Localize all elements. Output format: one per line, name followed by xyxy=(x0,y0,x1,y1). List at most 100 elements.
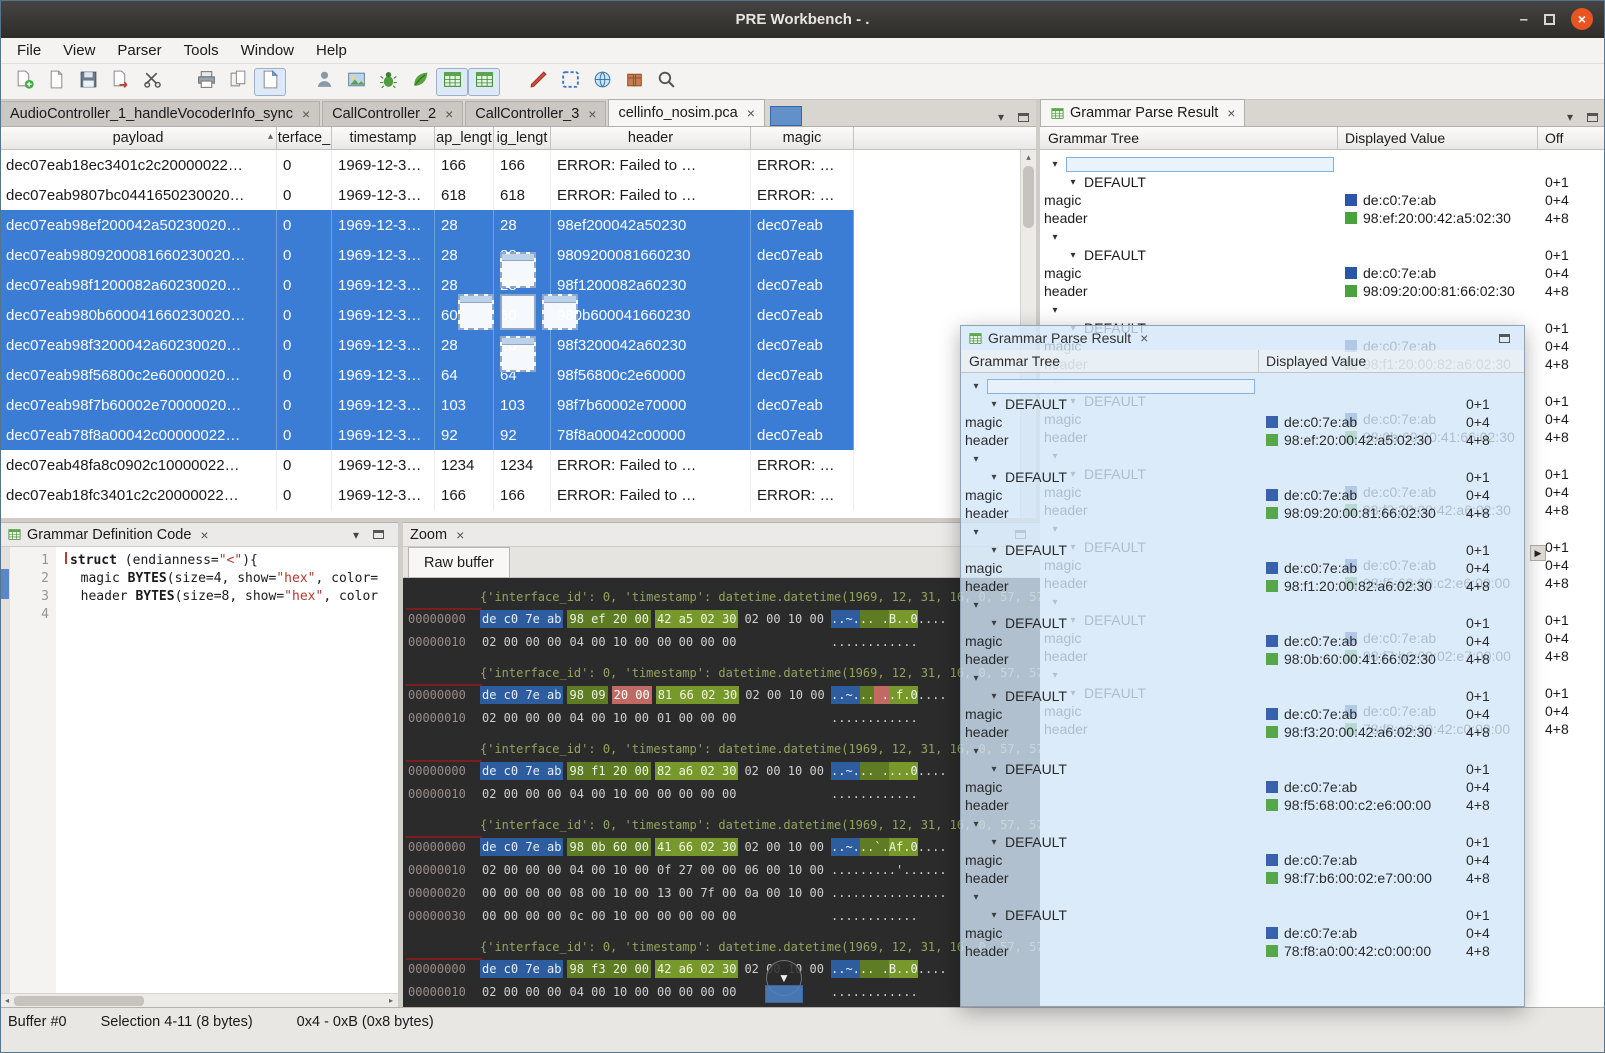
tree-node-row[interactable]: ▾DEFAULT0+1 xyxy=(1040,173,1605,191)
floating-grammar-parse-result[interactable]: Grammar Parse Result × Grammar Tree Disp… xyxy=(960,325,1525,1007)
scroll-up-icon[interactable]: ▴ xyxy=(1021,150,1036,164)
panel-menu-button[interactable]: ▾ xyxy=(347,526,365,544)
table-row[interactable]: dec07eab18ec3401c2c20000022…01969-12-3…1… xyxy=(0,150,1036,180)
capture-image-button[interactable] xyxy=(340,68,372,96)
column-displayed-value[interactable]: Displayed Value xyxy=(1345,130,1445,146)
chevron-down-icon[interactable]: ▾ xyxy=(969,819,983,830)
panel-detach-button[interactable] xyxy=(1495,329,1513,347)
dock-target-bottom[interactable] xyxy=(500,336,536,372)
menu-view[interactable]: View xyxy=(52,40,106,61)
dock-target-top[interactable] xyxy=(500,252,536,288)
menu-file[interactable]: File xyxy=(6,40,52,61)
tree-toggle-row[interactable]: ▾ xyxy=(961,815,1524,833)
tree-field-row-magic[interactable]: magicde:c0:7e:ab0+4 xyxy=(961,413,1524,431)
debug-ant-button[interactable] xyxy=(372,68,404,96)
tree-field-row-header[interactable]: header78:f8:a0:00:42:c0:00:004+8 xyxy=(961,942,1524,960)
scrollbar-thumb[interactable] xyxy=(14,996,144,1006)
column-header-ig-lengt[interactable]: ig_lengt xyxy=(494,127,551,149)
close-icon[interactable]: × xyxy=(200,527,208,543)
chevron-down-icon[interactable]: ▾ xyxy=(987,545,1001,556)
column-grammar-tree[interactable]: Grammar Tree xyxy=(1048,130,1139,146)
menu-parser[interactable]: Parser xyxy=(106,40,172,61)
tree-field-row-magic[interactable]: magicde:c0:7e:ab0+4 xyxy=(1040,191,1605,209)
menu-tools[interactable]: Tools xyxy=(173,40,230,61)
tree-node-row[interactable]: ▾DEFAULT0+1 xyxy=(961,468,1524,486)
scroll-right-icon[interactable]: ▸ xyxy=(384,996,398,1005)
chevron-down-icon[interactable]: ▾ xyxy=(987,910,1001,921)
table-row[interactable]: dec07eab98ef200042a50230020…01969-12-3…2… xyxy=(0,210,1036,240)
horizontal-scrollbar[interactable]: ◂ ▸ xyxy=(0,993,398,1007)
tab-raw-buffer[interactable]: Raw buffer xyxy=(408,547,510,577)
zoom-panel-header[interactable]: Zoom × xyxy=(403,523,1040,547)
export-file-button[interactable] xyxy=(104,68,136,96)
tree-toggle-row[interactable]: ▾ xyxy=(961,377,1524,395)
tree-toggle-row[interactable]: ▾ xyxy=(1040,301,1605,319)
tree-node-row[interactable]: ▾DEFAULT0+1 xyxy=(961,395,1524,413)
selection-frame-button[interactable] xyxy=(554,68,586,96)
column-header-header[interactable]: header xyxy=(551,127,751,149)
chevron-down-icon[interactable]: ▾ xyxy=(1048,305,1062,316)
dock-target-left[interactable] xyxy=(458,294,494,330)
menu-help[interactable]: Help xyxy=(305,40,358,61)
tree-node-row[interactable]: ▾DEFAULT0+1 xyxy=(961,760,1524,778)
tree-field-row-header[interactable]: header98:09:20:00:81:66:02:304+8 xyxy=(961,504,1524,522)
close-icon[interactable]: × xyxy=(1227,105,1235,121)
hex-line[interactable]: 0000001002 00 00 0004 00 10 000f 27 00 0… xyxy=(403,860,1040,883)
run-grammar-button[interactable] xyxy=(404,68,436,96)
column-header-magic[interactable]: magic xyxy=(751,127,854,149)
print-button[interactable] xyxy=(190,68,222,96)
chevron-down-icon[interactable]: ▾ xyxy=(969,454,983,465)
chevron-down-icon[interactable]: ▾ xyxy=(969,527,983,538)
panel-detach-button[interactable] xyxy=(369,526,387,544)
tree-field-row-header[interactable]: header98:f7:b6:00:02:e7:00:004+8 xyxy=(961,869,1524,887)
close-icon[interactable]: × xyxy=(302,106,310,122)
tree-node-row[interactable]: ▾DEFAULT0+1 xyxy=(1040,246,1605,264)
tab-cellinfo-nosim-pca[interactable]: cellinfo_nosim.pca× xyxy=(608,99,764,126)
tab-grammar-parse-result[interactable]: Grammar Parse Result × xyxy=(1040,99,1245,126)
code-editor[interactable]: 1234 struct (endianness="<"){ magic BYTE… xyxy=(0,547,398,994)
tree-field-row-magic[interactable]: magicde:c0:7e:ab0+4 xyxy=(961,924,1524,942)
dock-target-right[interactable] xyxy=(542,294,578,330)
tree-toggle-row[interactable]: ▾ xyxy=(961,523,1524,541)
package-button[interactable] xyxy=(618,68,650,96)
dock-target-center[interactable] xyxy=(500,294,536,330)
minimize-button[interactable]: – xyxy=(1520,11,1528,28)
tab-callcontroller-3[interactable]: CallController_3× xyxy=(465,101,606,126)
chevron-down-icon[interactable]: ▾ xyxy=(969,892,983,903)
tree-toggle-row[interactable]: ▾ xyxy=(1040,155,1605,173)
chevron-down-icon[interactable]: ▾ xyxy=(1048,232,1062,243)
chevron-down-icon[interactable]: ▾ xyxy=(969,381,983,392)
hex-line[interactable]: 00000000de c0 7e ab98 0b 60 0041 66 02 3… xyxy=(403,837,1040,860)
chevron-down-icon[interactable]: ▾ xyxy=(969,746,983,757)
table-row[interactable]: dec07eab18fc3401c2c20000022…01969-12-3…1… xyxy=(0,480,1036,510)
tree-field-row-header[interactable]: header98:ef:20:00:42:a5:02:304+8 xyxy=(1040,209,1605,227)
hex-line[interactable]: 00000000de c0 7e ab98 0920 0081 66 02 30… xyxy=(403,685,1040,708)
scrollbar-thumb[interactable] xyxy=(1023,166,1034,228)
tree-toggle-row[interactable]: ▾ xyxy=(1040,228,1605,246)
table-row[interactable]: dec07eab98f7b60002e70000020…01969-12-3…1… xyxy=(0,390,1036,420)
scroll-right-button[interactable]: ▶ xyxy=(1530,545,1546,561)
tree-node-row[interactable]: ▾DEFAULT0+1 xyxy=(961,614,1524,632)
tree-toggle-row[interactable]: ▾ xyxy=(961,450,1524,468)
panel-menu-button[interactable]: ▾ xyxy=(1561,108,1579,126)
tree-toggle-row[interactable]: ▾ xyxy=(961,669,1524,687)
code-line[interactable]: header BYTES(size=8, show="hex", color xyxy=(65,588,378,606)
tree-field-row-magic[interactable]: magicde:c0:7e:ab0+4 xyxy=(961,778,1524,796)
chevron-down-icon[interactable]: ▾ xyxy=(1066,177,1080,188)
cut-button[interactable] xyxy=(136,68,168,96)
table-view-button[interactable] xyxy=(436,68,468,96)
column-header-timestamp[interactable]: timestamp xyxy=(332,127,435,149)
code-line[interactable]: struct (endianness="<"){ xyxy=(65,552,378,570)
code-line[interactable] xyxy=(65,606,378,624)
chevron-down-icon[interactable]: ▾ xyxy=(987,837,1001,848)
table-view-alt-button[interactable] xyxy=(468,68,500,96)
tree-field-row-magic[interactable]: magicde:c0:7e:ab0+4 xyxy=(961,705,1524,723)
tree-field-row-magic[interactable]: magicde:c0:7e:ab0+4 xyxy=(961,632,1524,650)
tree-field-row-header[interactable]: header98:09:20:00:81:66:02:304+8 xyxy=(1040,282,1605,300)
tree-toggle-row[interactable]: ▾ xyxy=(961,742,1524,760)
tree-field-row-header[interactable]: header98:ef:20:00:42:a5:02:304+8 xyxy=(961,431,1524,449)
tab-audiocontroller-1-handlevocoderinfo-sync[interactable]: AudioController_1_handleVocoderInfo_sync… xyxy=(0,101,320,126)
maximize-button[interactable] xyxy=(1544,14,1555,25)
new-file-button[interactable] xyxy=(8,68,40,96)
table-row[interactable]: dec07eab78f8a00042c00000022…01969-12-3…9… xyxy=(0,420,1036,450)
